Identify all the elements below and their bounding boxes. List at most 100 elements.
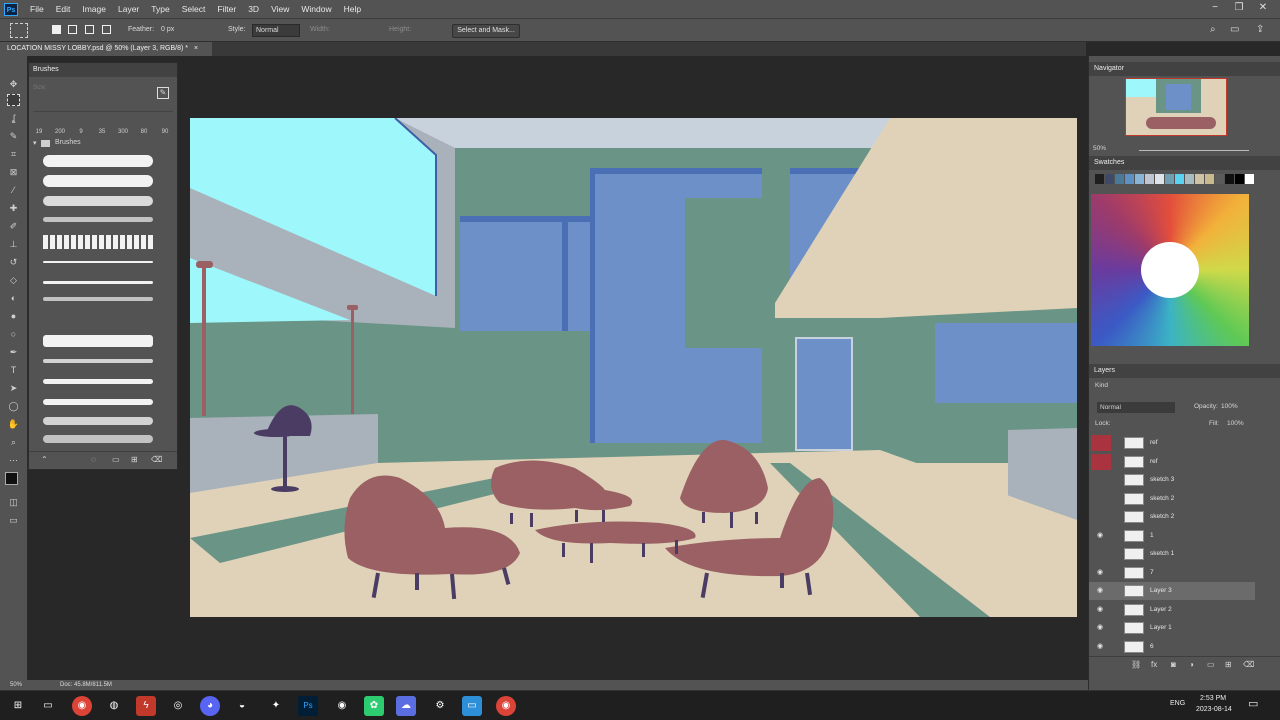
swatch[interactable] — [1095, 174, 1104, 184]
layer-row[interactable]: sketch 3 — [1089, 471, 1255, 489]
new-layer-icon[interactable]: ⊞ — [1225, 660, 1232, 669]
chrome-icon[interactable]: ◉ — [72, 696, 92, 716]
brush-size[interactable]: 80 — [135, 129, 153, 135]
steam-icon[interactable]: ◎ — [168, 696, 188, 716]
add-selection-icon[interactable] — [68, 25, 77, 34]
photoshop-taskbar-icon[interactable]: Ps — [298, 696, 318, 716]
pen-tool-icon[interactable]: ✒ — [7, 346, 20, 358]
intersect-selection-icon[interactable] — [102, 25, 111, 34]
move-tool-icon[interactable]: ✥ — [7, 78, 20, 90]
swatch[interactable] — [1155, 174, 1164, 184]
app-icon[interactable]: ϟ — [136, 696, 156, 716]
brush-preset[interactable] — [43, 399, 153, 405]
eyedropper-tool-icon[interactable]: ⁄ — [7, 184, 20, 196]
swatch[interactable] — [1165, 174, 1174, 184]
style-select[interactable]: Normal — [252, 24, 300, 37]
swatch[interactable] — [1205, 174, 1214, 184]
menu-view[interactable]: View — [265, 4, 295, 14]
history-brush-tool-icon[interactable]: ↺ — [7, 256, 20, 268]
swatch[interactable] — [1225, 174, 1234, 184]
zoom-level[interactable]: 50% — [10, 680, 22, 690]
type-tool-icon[interactable]: T — [7, 364, 20, 376]
swatch[interactable] — [1245, 174, 1254, 184]
notifications-icon[interactable]: ▭ — [1248, 697, 1258, 710]
layer-row[interactable]: sketch 2 — [1089, 508, 1255, 526]
brush-preset[interactable] — [43, 297, 153, 301]
visibility-eye-icon[interactable]: ◉ — [1095, 564, 1105, 582]
document-tab[interactable]: LOCATION MISSY LOBBY.psd @ 50% (Layer 3,… — [0, 42, 212, 56]
layer-row[interactable]: ◉ Layer 1 — [1089, 619, 1255, 637]
app-icon[interactable]: ◍ — [104, 696, 124, 716]
new-group-icon[interactable]: ▭ — [112, 455, 120, 464]
swatch[interactable] — [1235, 174, 1244, 184]
brush-size[interactable]: 9 — [72, 129, 90, 135]
brush-preset[interactable] — [43, 379, 153, 384]
restore-button[interactable]: ❐ — [1228, 0, 1250, 16]
layer-row[interactable]: ◉ 1 — [1089, 527, 1255, 545]
new-group-icon[interactable]: ▭ — [1207, 660, 1215, 669]
fill-value[interactable]: 100% — [1227, 420, 1244, 427]
new-brush-icon[interactable]: ⊞ — [131, 455, 138, 464]
visibility-eye-icon[interactable]: ◉ — [1095, 601, 1105, 619]
blend-mode-select[interactable]: Normal — [1097, 402, 1175, 413]
frame-tool-icon[interactable]: ⊠ — [7, 166, 20, 178]
feather-input[interactable]: 0 px — [158, 24, 194, 37]
navigator-preview[interactable] — [1125, 78, 1227, 136]
swatch[interactable] — [1175, 174, 1184, 184]
app-icon[interactable]: ⚙ — [430, 696, 450, 716]
swatch[interactable] — [1135, 174, 1144, 184]
brush-preset[interactable] — [43, 417, 153, 425]
swatch[interactable] — [1145, 174, 1154, 184]
app-icon[interactable]: ✿ — [364, 696, 384, 716]
brush-size[interactable]: 35 — [93, 129, 111, 135]
menu-edit[interactable]: Edit — [50, 4, 77, 14]
healing-brush-tool-icon[interactable]: ✚ — [7, 202, 20, 214]
visibility-eye-icon[interactable]: ◉ — [1095, 582, 1105, 600]
app-icon[interactable]: ◒ — [232, 696, 252, 716]
menu-type[interactable]: Type — [145, 4, 175, 14]
start-icon[interactable]: ⊞ — [8, 696, 28, 716]
clone-stamp-tool-icon[interactable]: ⊥ — [7, 238, 20, 250]
quick-select-tool-icon[interactable]: ✎ — [7, 130, 20, 142]
foreground-color-swatch[interactable] — [5, 472, 18, 485]
brush-preset[interactable] — [43, 335, 153, 347]
eraser-tool-icon[interactable]: ◇ — [7, 274, 20, 286]
share-icon[interactable]: ⇪ — [1256, 24, 1264, 35]
marquee-tool-icon[interactable] — [7, 94, 20, 106]
app-icon[interactable]: ◉ — [332, 696, 352, 716]
shape-tool-icon[interactable]: ◯ — [7, 400, 20, 412]
close-window-button[interactable]: ✕ — [1252, 0, 1274, 16]
add-mask-icon[interactable]: ◙ — [1171, 660, 1176, 669]
lasso-tool-icon[interactable]: ʆ — [7, 112, 20, 124]
brush-view-icon[interactable]: ◌ — [91, 455, 96, 464]
link-layers-icon[interactable]: ⛓ — [1131, 660, 1141, 669]
menu-file[interactable]: File — [24, 4, 50, 14]
visibility-eye-icon[interactable]: ◉ — [1095, 619, 1105, 637]
language-indicator[interactable]: ENG — [1170, 700, 1185, 707]
select-and-mask-button[interactable]: Select and Mask... — [452, 24, 520, 38]
brush-preset[interactable] — [43, 261, 153, 263]
layer-row[interactable]: ◉ 7 — [1089, 564, 1255, 582]
swatches-row[interactable] — [1095, 174, 1255, 186]
brush-preset[interactable] — [43, 281, 153, 284]
brush-preset[interactable] — [43, 359, 153, 363]
brush-preset[interactable] — [43, 175, 153, 187]
layer-row[interactable]: ref — [1089, 453, 1255, 471]
brush-settings-icon[interactable]: ✎ — [157, 87, 169, 99]
swatch[interactable] — [1215, 174, 1224, 184]
search-icon[interactable]: ⌕ — [1210, 24, 1216, 35]
delete-layer-icon[interactable]: ⌫ — [1243, 660, 1254, 669]
visibility-eye-icon[interactable]: ◉ — [1095, 638, 1105, 656]
brush-size[interactable]: 200 — [51, 129, 69, 135]
app-icon[interactable]: ✦ — [266, 696, 286, 716]
workspace-icon[interactable]: ▭ — [1230, 24, 1239, 35]
swatch[interactable] — [1115, 174, 1124, 184]
opacity-value[interactable]: 100% — [1221, 403, 1238, 410]
new-selection-icon[interactable] — [52, 25, 61, 34]
layer-row[interactable]: ◉ Layer 2 — [1089, 601, 1255, 619]
swatch[interactable] — [1125, 174, 1134, 184]
delete-brush-icon[interactable]: ⌫ — [151, 455, 162, 464]
brush-tool-icon[interactable]: ✐ — [7, 220, 20, 232]
brush-preset[interactable] — [43, 155, 153, 167]
brush-size[interactable]: 19 — [30, 129, 48, 135]
